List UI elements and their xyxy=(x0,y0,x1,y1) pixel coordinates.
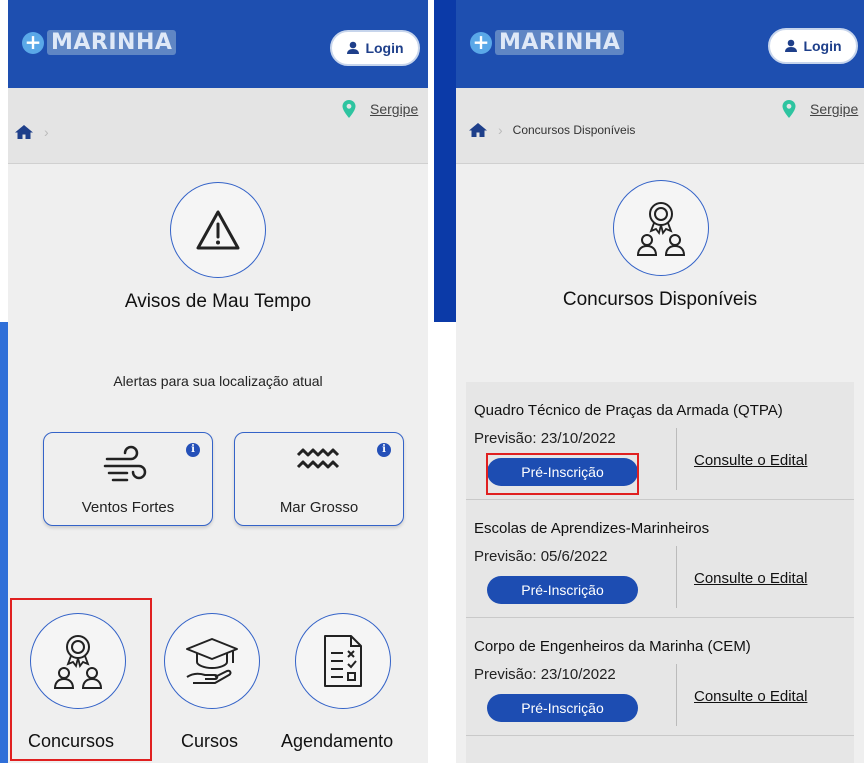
feature-icon-circle xyxy=(295,613,391,709)
location-link[interactable]: Sergipe xyxy=(810,101,858,117)
breadcrumb: › xyxy=(14,124,49,140)
alert-subtitle: Alertas para sua localização atual xyxy=(113,373,323,389)
logo-text: MARINHA xyxy=(47,30,177,55)
checklist-icon xyxy=(324,635,362,687)
location-selector[interactable]: Sergipe xyxy=(342,100,418,118)
edital-link[interactable]: Consulte o Edital xyxy=(694,688,807,705)
login-label: Login xyxy=(803,38,842,54)
user-icon xyxy=(785,39,798,52)
alert-card-label: Mar Grosso xyxy=(279,499,359,516)
feature-label: Cursos xyxy=(181,731,239,751)
edital-link[interactable]: Consulte o Edital xyxy=(694,452,807,469)
contest-item: Escolas de Aprendizes-Marinheiros Previs… xyxy=(466,500,854,618)
app-logo[interactable]: + MARINHA xyxy=(470,30,625,55)
location-link[interactable]: Sergipe xyxy=(370,101,418,117)
home-icon[interactable] xyxy=(14,124,34,140)
weather-alert-badge xyxy=(170,182,266,278)
contest-item: Corpo de Engenheiros da Marinha (CEM) Pr… xyxy=(466,618,854,736)
login-label: Login xyxy=(365,40,404,56)
login-button[interactable]: Login xyxy=(768,28,858,64)
warning-icon xyxy=(196,210,240,250)
feature-agendamento[interactable]: Agendamento xyxy=(281,613,415,753)
wind-icon xyxy=(103,445,147,482)
contest-forecast: Previsão: 23/10/2022 xyxy=(474,666,616,683)
logo-plus-icon: + xyxy=(470,31,492,54)
left-screen: + MARINHA Login Sergipe › Avisos de Mau … xyxy=(8,0,428,763)
breadcrumb-bar: Sergipe › xyxy=(8,88,428,164)
highlight-box-pre-registration xyxy=(486,453,639,495)
info-icon[interactable]: i xyxy=(186,443,200,457)
feature-cursos[interactable]: Cursos xyxy=(164,613,264,753)
home-icon[interactable] xyxy=(468,122,488,138)
waves-icon xyxy=(296,448,340,469)
page-title: Concursos Disponíveis xyxy=(562,289,758,310)
divider xyxy=(676,664,677,726)
contest-list: Quadro Técnico de Praças da Armada (QTPA… xyxy=(466,382,854,763)
pre-registration-button[interactable]: Pré-Inscrição xyxy=(487,576,638,604)
breadcrumb-separator: › xyxy=(498,122,503,138)
divider xyxy=(676,546,677,608)
feature-label: Agendamento xyxy=(281,731,394,751)
user-icon xyxy=(347,41,360,54)
login-button[interactable]: Login xyxy=(330,30,420,66)
logo-plus-icon: + xyxy=(22,31,44,54)
contest-title: Quadro Técnico de Praças da Armada (QTPA… xyxy=(474,402,783,419)
pre-registration-button[interactable]: Pré-Inscrição xyxy=(487,694,638,722)
app-header: + MARINHA Login xyxy=(456,0,864,88)
alert-card-label: Ventos Fortes xyxy=(81,499,175,516)
app-logo[interactable]: + MARINHA xyxy=(22,30,177,55)
right-screen: + MARINHA Login Sergipe › Concursos Disp… xyxy=(456,0,864,763)
location-pin-icon xyxy=(782,100,796,118)
location-selector[interactable]: Sergipe xyxy=(782,100,858,118)
feature-icon-circle xyxy=(164,613,260,709)
app-header: + MARINHA Login xyxy=(8,0,428,88)
contest-award-icon xyxy=(636,202,686,256)
alert-card-strong-winds[interactable]: i Ventos Fortes xyxy=(43,432,213,526)
contests-badge xyxy=(613,180,709,276)
breadcrumb-current: Concursos Disponíveis xyxy=(512,123,636,137)
alert-title: Avisos de Mau Tempo xyxy=(124,291,312,312)
info-icon[interactable]: i xyxy=(377,443,391,457)
divider xyxy=(676,428,677,490)
logo-text: MARINHA xyxy=(495,30,625,55)
breadcrumb: › Concursos Disponíveis xyxy=(468,122,635,138)
alert-card-rough-sea[interactable]: i Mar Grosso xyxy=(234,432,404,526)
contest-title: Escolas de Aprendizes-Marinheiros xyxy=(474,520,710,537)
contest-forecast: Previsão: 05/6/2022 xyxy=(474,548,608,565)
breadcrumb-bar: Sergipe › Concursos Disponíveis xyxy=(456,88,864,164)
background-blue-left xyxy=(0,322,8,763)
highlight-box-concursos xyxy=(10,598,152,761)
breadcrumb-separator: › xyxy=(44,124,49,140)
edital-link[interactable]: Consulte o Edital xyxy=(694,570,807,587)
location-pin-icon xyxy=(342,100,356,118)
contest-forecast: Previsão: 23/10/2022 xyxy=(474,430,616,447)
graduation-cap-icon xyxy=(186,638,238,684)
contest-title: Corpo de Engenheiros da Marinha (CEM) xyxy=(474,638,751,655)
